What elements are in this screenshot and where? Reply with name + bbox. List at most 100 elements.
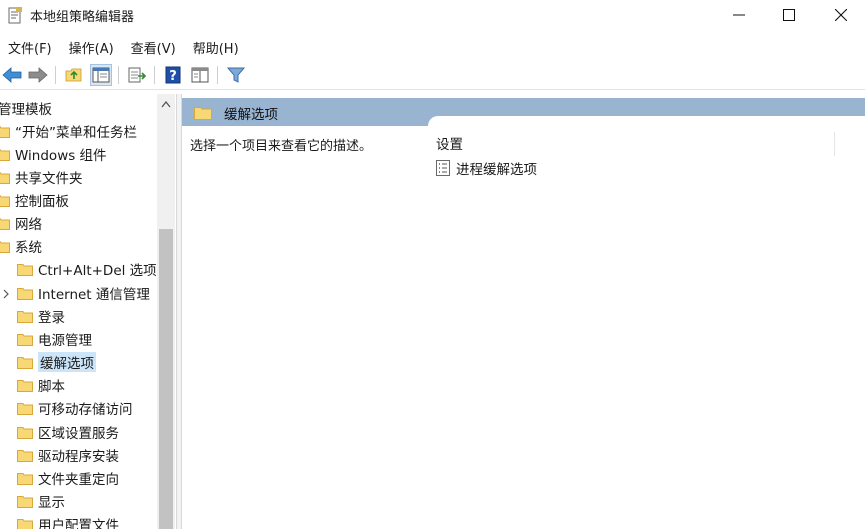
navigation-tree: 管理模板 “开始”菜单和任务栏 Windows 组件 共享文件夹 控制面板 网络…: [0, 94, 176, 529]
folder-open-icon: [17, 356, 33, 369]
tree-item[interactable]: 区域设置服务: [17, 421, 119, 443]
tree-item-label: 用户配置文件: [38, 518, 119, 529]
folder-icon: [17, 495, 33, 508]
tree-item-label: 控制面板: [15, 194, 69, 210]
tree-item-label: 管理模板: [0, 102, 52, 118]
tree-item[interactable]: 系统: [0, 235, 42, 257]
export-list-icon: [128, 67, 146, 83]
section-title: 缓解选项: [224, 107, 278, 123]
folder-icon: [0, 171, 10, 184]
tree-item[interactable]: 文件夹重定向: [17, 467, 119, 489]
tree-scrollbar[interactable]: [157, 94, 175, 529]
settings-column-header[interactable]: 设置: [436, 133, 463, 153]
close-button[interactable]: [816, 0, 865, 30]
folder-icon: [17, 426, 33, 439]
tree-item-label: “开始”菜单和任务栏: [15, 125, 137, 141]
tree-item[interactable]: 可移动存储访问: [17, 397, 133, 419]
window-title: 本地组策略编辑器: [30, 10, 135, 25]
tree-item-label: 脚本: [38, 379, 65, 395]
folder-icon: [17, 310, 33, 323]
filter-button[interactable]: [225, 64, 247, 86]
filter-icon: [227, 67, 245, 83]
properties-view-button[interactable]: [189, 64, 211, 86]
tree-item[interactable]: 登录: [17, 305, 65, 327]
folder-icon: [17, 379, 33, 392]
folder-icon: [0, 217, 10, 230]
tree-item[interactable]: 驱动程序安装: [17, 444, 119, 466]
tree-item-label: 缓解选项: [38, 352, 96, 372]
folder-icon: [17, 333, 33, 346]
tree-item-label: 可移动存储访问: [38, 402, 133, 418]
tree-item[interactable]: “开始”菜单和任务栏: [0, 120, 137, 142]
tree-item-label: 电源管理: [38, 333, 92, 349]
tree-item[interactable]: Internet 通信管理: [17, 282, 150, 304]
properties-view-icon: [191, 67, 209, 83]
tree-item[interactable]: 网络: [0, 212, 42, 234]
show-hide-tree-button[interactable]: [90, 64, 112, 86]
tree-item-label: Windows 组件: [15, 148, 107, 164]
folder-icon: [17, 449, 33, 462]
tree-item[interactable]: 显示: [17, 490, 65, 512]
tree-item-selected[interactable]: 缓解选项: [17, 351, 96, 373]
folder-icon: [17, 518, 33, 529]
minimize-button[interactable]: [714, 0, 764, 30]
settings-list-item[interactable]: 进程缓解选项: [436, 158, 537, 178]
tree-item[interactable]: Windows 组件: [0, 143, 107, 165]
export-list-button[interactable]: [126, 64, 148, 86]
menu-bar: 文件(F) 操作(A) 查看(V) 帮助(H): [0, 34, 865, 58]
menu-file[interactable]: 文件(F): [0, 34, 61, 58]
scrollbar-thumb[interactable]: [159, 229, 173, 529]
tree-item-label: 区域设置服务: [38, 426, 119, 442]
description-text: 选择一个项目来查看它的描述。: [190, 139, 373, 154]
up-folder-icon: [65, 68, 82, 82]
tree-item[interactable]: 共享文件夹: [0, 166, 83, 188]
tree-item-label: 文件夹重定向: [38, 472, 119, 488]
close-icon: [835, 9, 847, 21]
toolbar-separator: [55, 66, 56, 84]
menu-view[interactable]: 查看(V): [123, 34, 185, 58]
back-arrow-icon: [2, 67, 22, 83]
help-icon: ?: [165, 66, 181, 84]
tree-item-label: Ctrl+Alt+Del 选项: [38, 263, 157, 279]
details-pane: 缓解选项 选择一个项目来查看它的描述。 设置 进程缓解选项: [182, 94, 865, 529]
toolbar-separator: [154, 66, 155, 84]
forward-arrow-icon: [28, 67, 48, 83]
title-bar: 本地组策略编辑器: [0, 0, 865, 32]
toolbar-separator: [217, 66, 218, 84]
tree-item-label: 驱动程序安装: [38, 449, 119, 465]
folder-icon: [17, 263, 33, 276]
folder-icon: [0, 125, 10, 138]
tree-item[interactable]: 电源管理: [17, 328, 92, 350]
scroll-up-arrow-icon[interactable]: [161, 101, 171, 108]
toolbar: ?: [0, 60, 865, 90]
folder-icon: [17, 287, 33, 300]
up-one-level-button[interactable]: [63, 64, 85, 86]
folder-icon: [194, 107, 212, 120]
forward-button[interactable]: [27, 64, 49, 86]
menu-help[interactable]: 帮助(H): [185, 34, 248, 58]
policy-editor-app-icon: [8, 7, 22, 24]
settings-item-label: 进程缓解选项: [456, 162, 537, 178]
tree-item-label: 登录: [38, 310, 65, 326]
maximize-button[interactable]: [764, 0, 814, 30]
show-hide-tree-icon: [92, 67, 110, 83]
folder-open-icon: [0, 240, 10, 253]
back-button[interactable]: [1, 64, 23, 86]
help-button[interactable]: ?: [162, 64, 184, 86]
policy-setting-icon: [436, 160, 450, 176]
minimize-icon: [733, 14, 745, 16]
tree-item-label: 系统: [15, 240, 42, 256]
tree-item[interactable]: 控制面板: [0, 189, 69, 211]
tree-item[interactable]: 脚本: [17, 374, 65, 396]
toolbar-separator: [118, 66, 119, 84]
folder-icon: [17, 472, 33, 485]
tree-item-label: 共享文件夹: [15, 171, 83, 187]
tree-item-label: Internet 通信管理: [38, 287, 150, 303]
tree-item[interactable]: 用户配置文件: [17, 513, 119, 529]
tree-item[interactable]: 管理模板: [0, 97, 52, 119]
menu-action[interactable]: 操作(A): [61, 34, 123, 58]
tree-item[interactable]: Ctrl+Alt+Del 选项: [17, 258, 157, 280]
tab-strip: [428, 116, 865, 128]
chevron-right-icon[interactable]: [2, 289, 10, 299]
tree-item-label: 显示: [38, 495, 65, 511]
